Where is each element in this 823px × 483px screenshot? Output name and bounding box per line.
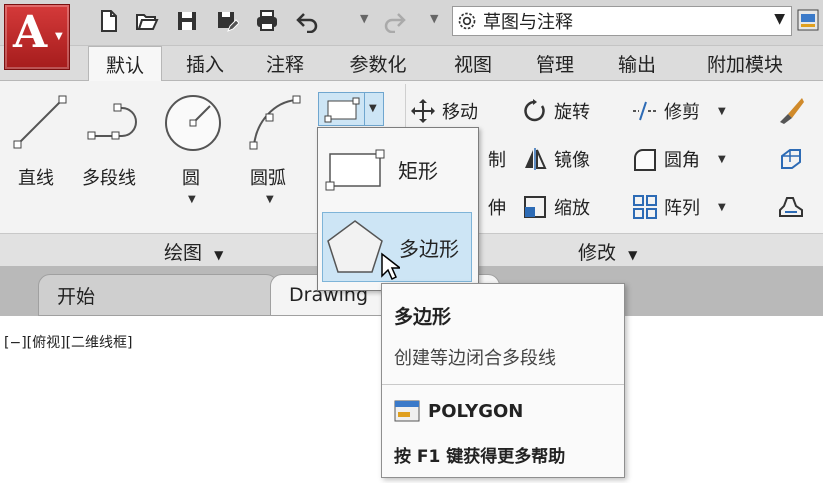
line-icon[interactable] xyxy=(12,92,68,152)
save-as-icon[interactable] xyxy=(212,6,242,36)
mirror-tool[interactable]: 镜像 xyxy=(522,146,590,172)
rectangle-icon xyxy=(324,97,360,123)
menu-item-polygon-label: 多边形 xyxy=(399,236,459,261)
stretch-label: 伸 xyxy=(488,198,506,219)
stretch-tool[interactable]: 伸 xyxy=(488,194,506,220)
rotate-tool[interactable]: 旋转 xyxy=(522,98,590,124)
arc-icon[interactable] xyxy=(246,92,302,152)
workspace-selector[interactable]: 草图与注释 ▼ xyxy=(452,6,792,36)
scale-icon xyxy=(524,196,546,218)
rectangle-icon xyxy=(325,149,385,191)
fillet-label: 圆角 xyxy=(664,150,700,171)
modify-panel-title[interactable]: 修改 ▼ xyxy=(578,238,637,265)
workspace-name: 草图与注释 xyxy=(483,12,573,33)
application-menu-button[interactable]: A ▼ xyxy=(4,4,70,70)
erase-icon[interactable] xyxy=(776,96,806,126)
scale-label: 缩放 xyxy=(554,198,590,219)
trim-label: 修剪 xyxy=(664,102,700,123)
viewport-controls[interactable]: [−][俯视][二维线框] xyxy=(4,332,133,352)
array-tool[interactable]: 阵列 ▼ xyxy=(632,194,726,220)
circle-dropdown-icon[interactable]: ▼ xyxy=(188,194,196,205)
chevron-down-icon[interactable]: ▼ xyxy=(718,106,726,117)
arc-dropdown-icon[interactable]: ▼ xyxy=(266,194,274,205)
polygon-icon xyxy=(327,220,383,273)
command-line-icon xyxy=(394,400,420,422)
chevron-down-icon[interactable]: ▼ xyxy=(718,154,726,165)
tab-output[interactable]: 输出 xyxy=(604,46,670,80)
fillet-icon xyxy=(634,149,656,171)
rotate-icon xyxy=(524,99,545,122)
undo-icon[interactable] xyxy=(292,6,322,36)
redo-icon[interactable] xyxy=(380,6,410,36)
chevron-down-icon[interactable]: ▼ xyxy=(369,103,377,114)
tooltip-title: 多边形 xyxy=(394,306,452,328)
tab-annotate[interactable]: 注释 xyxy=(252,46,318,80)
rotate-label: 旋转 xyxy=(554,102,590,123)
draw-panel-title[interactable]: 绘图 ▼ xyxy=(164,238,223,265)
rectangle-split-button[interactable]: ▼ xyxy=(318,92,384,126)
chevron-down-icon[interactable]: ▼ xyxy=(718,202,726,213)
draw-panel-title-text: 绘图 xyxy=(164,242,203,264)
tab-insert[interactable]: 插入 xyxy=(172,46,238,80)
polyline-icon[interactable] xyxy=(86,96,150,146)
copy-label: 制 xyxy=(488,150,506,171)
doc-tab-start-label: 开始 xyxy=(57,285,96,308)
circle-icon[interactable] xyxy=(162,92,224,154)
undo-dropdown-icon[interactable]: ▼ xyxy=(360,12,368,25)
tab-view[interactable]: 视图 xyxy=(440,46,506,80)
chevron-down-icon: ▼ xyxy=(628,248,638,262)
modify-panel-title-text: 修改 xyxy=(578,242,617,264)
tab-manage[interactable]: 管理 xyxy=(522,46,588,80)
array-icon xyxy=(633,195,657,219)
customize-toolbar-icon[interactable] xyxy=(796,8,820,32)
fillet-tool[interactable]: 圆角 ▼ xyxy=(632,146,726,172)
move-tool[interactable]: 移动 xyxy=(410,98,478,124)
trim-icon xyxy=(633,101,657,121)
circle-button-label[interactable]: 圆 xyxy=(182,164,200,190)
open-icon[interactable] xyxy=(132,6,162,36)
array-label: 阵列 xyxy=(664,198,700,219)
explode-icon[interactable] xyxy=(776,144,806,174)
tab-default[interactable]: 默认 xyxy=(88,46,162,82)
tooltip-command-name: POLYGON xyxy=(428,400,524,422)
redo-dropdown-icon[interactable]: ▼ xyxy=(430,12,438,25)
chevron-down-icon: ▼ xyxy=(774,11,785,27)
move-label: 移动 xyxy=(442,102,478,123)
polygon-tooltip: 多边形 创建等边闭合多段线 POLYGON 按 F1 键获得更多帮助 xyxy=(381,283,625,478)
arc-button-label[interactable]: 圆弧 xyxy=(250,164,286,190)
chevron-down-icon: ▼ xyxy=(214,248,224,262)
mirror-icon xyxy=(525,148,547,170)
new-icon[interactable] xyxy=(94,6,124,36)
tooltip-divider xyxy=(382,384,624,385)
tab-addins[interactable]: 附加模块 xyxy=(690,46,800,80)
tooltip-help: 按 F1 键获得更多帮助 xyxy=(394,447,566,467)
print-icon[interactable] xyxy=(252,6,282,36)
copy-tool[interactable]: 制 xyxy=(488,146,506,172)
menu-item-rectangle[interactable]: 矩形 xyxy=(322,134,472,204)
menu-item-rectangle-label: 矩形 xyxy=(398,158,438,183)
scale-tool[interactable]: 缩放 xyxy=(522,194,590,220)
gear-icon xyxy=(458,12,476,30)
offset-icon[interactable] xyxy=(776,192,806,222)
tab-parametric[interactable]: 参数化 xyxy=(334,46,422,80)
chevron-down-icon: ▼ xyxy=(55,31,63,42)
polyline-button-label[interactable]: 多段线 xyxy=(82,164,136,190)
autocad-logo-icon: A xyxy=(13,7,48,58)
tooltip-description: 创建等边闭合多段线 xyxy=(394,348,556,369)
move-icon xyxy=(411,99,435,123)
trim-tool[interactable]: 修剪 ▼ xyxy=(632,98,726,124)
doc-tab-start[interactable]: 开始 xyxy=(38,274,278,316)
tooltip-command: POLYGON xyxy=(394,398,523,424)
save-icon[interactable] xyxy=(172,6,202,36)
line-button-label[interactable]: 直线 xyxy=(18,164,54,190)
mirror-label: 镜像 xyxy=(554,150,590,171)
mouse-cursor-icon xyxy=(380,252,403,282)
